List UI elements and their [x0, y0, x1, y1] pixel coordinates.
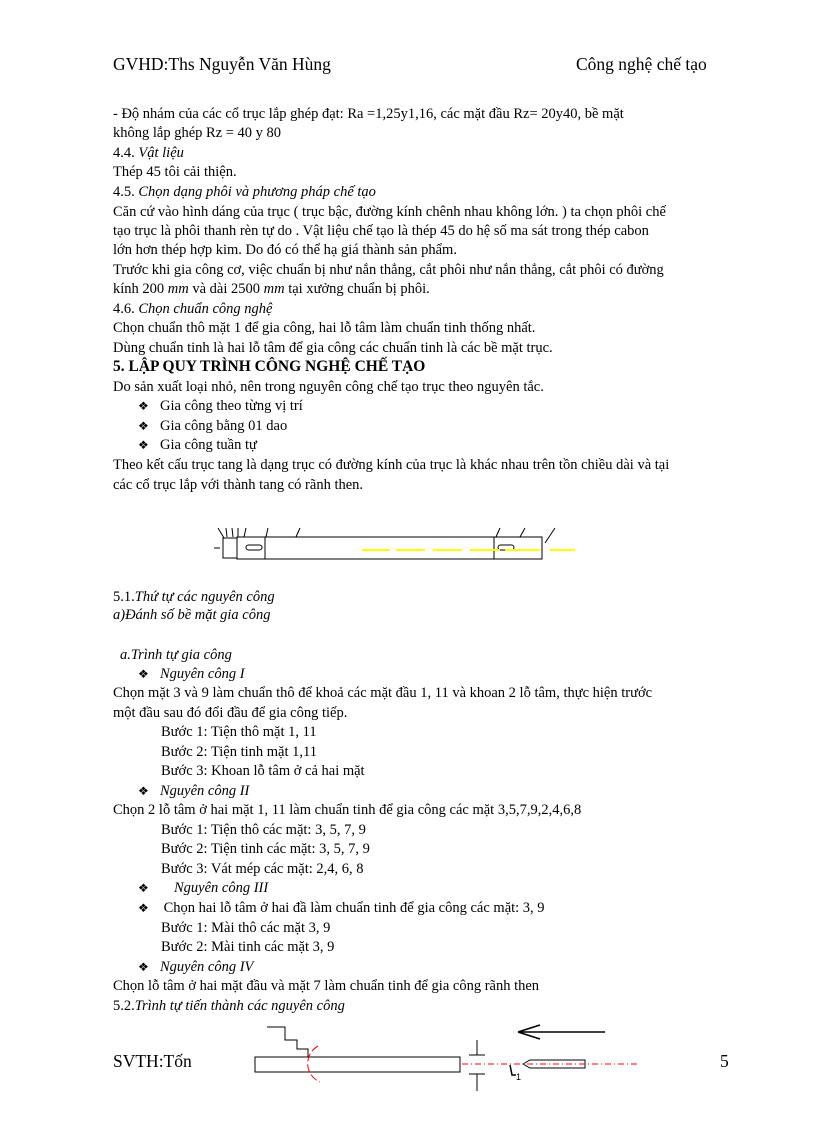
step: Bước 1: Mài thô các mặt 3, 9 [161, 920, 331, 936]
step: Bước 1: Tiện thô mặt 1, 11 [161, 724, 317, 740]
step: Bước 3: Khoan lỗ tâm ở cả hai mặt [161, 763, 365, 779]
surface-label: 1 [516, 1072, 521, 1082]
step: Bước 3: Vát mép các mặt: 2,4, 6, 8 [161, 861, 364, 877]
paragraph: Trước khi gia công cơ, việc chuẩn bị như… [113, 262, 664, 278]
section-number: 4.6. [113, 301, 139, 317]
list-item: ❖ Chọn hai lỗ tâm ở hai đầ làm chuẩn tin… [138, 899, 545, 917]
list-item-text: Nguyên công III [174, 880, 269, 896]
paragraph: Chọn lỗ tâm ở hai mặt đầu và mặt 7 làm c… [113, 978, 540, 994]
section-title: Vật liệu [138, 145, 184, 161]
list-item-text: Chọn hai lỗ tâm ở hai đầ làm chuẩn tinh … [160, 900, 545, 916]
paragraph: Theo kết cấu trục tang là dạng trục có đ… [113, 457, 670, 473]
list-item-text: Gia công tuần tự [160, 437, 257, 453]
bullet-icon: ❖ [138, 399, 149, 413]
list-item: ❖ Nguyên công II [138, 782, 249, 800]
list-item-text: Nguyên công I [160, 666, 245, 682]
section-heading-4-6: 4.6. Chọn chuẩn công nghệ [113, 300, 272, 318]
paragraph: một đầu sau đó đổi đầu để gia công tiếp. [113, 705, 348, 721]
section-heading-5-2: 5.2.Trình tự tiến thành các nguyên công [113, 997, 345, 1015]
shaft-drawing [214, 527, 575, 560]
bullet-icon: ❖ [138, 784, 149, 798]
list-item-text: Gia công bằng 01 dao [160, 418, 288, 434]
section-title: Chọn chuẩn công nghệ [138, 301, 273, 317]
section-number: 5.1. [113, 589, 135, 605]
paragraph: kính 200 mm và dài 2500 mm tại xưởng chu… [113, 280, 430, 298]
list-item: ❖ Nguyên công I [138, 665, 245, 683]
text: kính 200 [113, 281, 168, 297]
bullet-icon: ❖ [138, 901, 149, 915]
bullet-icon: ❖ [138, 438, 149, 452]
step: Bước 2: Tiện tinh các mặt: 3, 5, 7, 9 [161, 841, 370, 857]
step: Bước 2: Tiện tinh mặt 1,11 [161, 744, 317, 760]
paragraph: Thép 45 tôi cải thiện. [113, 164, 237, 180]
footer-left: SVTH:Tốn [113, 1051, 192, 1071]
step: Bước 2: Mài tinh các mặt 3, 9 [161, 939, 335, 955]
paragraph: lớn hơn thép hợp kim. Do đó có thể hạ gi… [113, 242, 457, 258]
header-right: Công nghệ chế tạo [576, 54, 707, 74]
bullet-icon: ❖ [138, 667, 149, 681]
list-item: ❖ Gia công bằng 01 dao [138, 417, 287, 435]
bullet-icon: ❖ [138, 960, 149, 974]
unit: mm [263, 281, 285, 297]
unit: mm [167, 281, 189, 297]
section-title: Trình tự tiến thành các nguyên công [134, 998, 345, 1014]
section-heading-5-1: 5.1.Thứ tự các nguyên công [113, 588, 275, 606]
list-item-text: Nguyên công IV [160, 959, 254, 975]
step: Bước 1: Tiện thô các mặt: 3, 5, 7, 9 [161, 822, 366, 838]
list-item: ❖ Nguyên công IV [138, 958, 253, 976]
paragraph: - Độ nhám của các cổ trục lắp ghép đạt: … [113, 106, 624, 122]
subheading: a.Trình tự gia công [120, 647, 232, 663]
section-heading-4-5: 4.5. Chọn dạng phôi và phương pháp chế t… [113, 183, 376, 201]
subheading: a)Đánh số bề mặt gia công [113, 607, 271, 623]
rotation-arrow [307, 1045, 321, 1083]
list-item-text: Gia công theo từng vị trí [160, 398, 303, 414]
paragraph: Dùng chuẩn tinh là hai lỗ tâm để gia côn… [113, 340, 553, 356]
section-heading-4-4: 4.4. Vật liệu [113, 144, 184, 162]
section-title: Thứ tự các nguyên công [134, 589, 275, 605]
bullet-icon: ❖ [138, 419, 149, 433]
section-number: 4.4. [113, 145, 139, 161]
paragraph: Chọn 2 lỗ tâm ở hai mặt 1, 11 làm chuẩn … [113, 802, 582, 818]
paragraph: không lắp ghép Rz = 40 y 80 [113, 125, 282, 141]
list-item-text: Nguyên công II [160, 783, 250, 799]
list-item: ❖ Gia công theo từng vị trí [138, 397, 303, 415]
list-item: ❖ Gia công tuần tự [138, 436, 257, 454]
section-number: 5.2. [113, 998, 135, 1014]
page-number: 5 [720, 1051, 729, 1071]
text: tại xưởng chuẩn bị phôi. [284, 281, 430, 297]
paragraph: tạo trục là phôi thanh rèn tự do . Vật l… [113, 223, 649, 239]
section-title: Chọn dạng phôi và phương pháp chế tạo [138, 184, 376, 200]
text: và dài 2500 [188, 281, 264, 297]
list-item: ❖ Nguyên công III [138, 879, 268, 897]
section-heading-5: 5. LẬP QUY TRÌNH CÔNG NGHỆ CHẾ TẠO [113, 358, 426, 375]
operation-drawing: 1 [254, 1024, 640, 1091]
paragraph: Căn cứ vào hình dáng của trục ( trục bậc… [113, 204, 666, 220]
paragraph: các cổ trục lắp với thành tang có rãnh t… [113, 477, 364, 493]
paragraph: Do sản xuất loại nhỏ, nên trong nguyên c… [113, 379, 544, 395]
section-number: 4.5. [113, 184, 139, 200]
paragraph: Chọn mặt 3 và 9 làm chuẩn thô để khoả cá… [113, 685, 653, 701]
header-left: GVHD:Ths Nguyễn Văn Hùng [113, 54, 331, 74]
paragraph: Chọn chuẩn thô mặt 1 để gia công, hai lỗ… [113, 320, 536, 336]
bullet-icon: ❖ [138, 881, 149, 895]
